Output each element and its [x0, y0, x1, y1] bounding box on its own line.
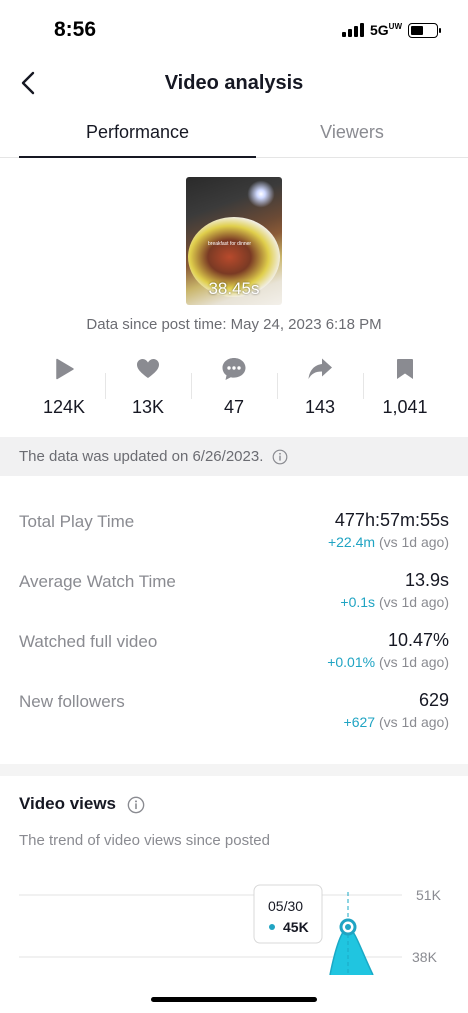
metric-total-play-time: Total Play Time 477h:57m:55s +22.4m (vs …: [0, 500, 468, 560]
signal-icon: [341, 23, 364, 37]
metric-delta: +627 (vs 1d ago): [343, 714, 449, 730]
metric-average-watch-time: Average Watch Time 13.9s +0.1s (vs 1d ag…: [0, 560, 468, 620]
stat-shares: 143: [277, 355, 363, 418]
nav-bar: Video analysis: [0, 62, 468, 106]
video-views-chart[interactable]: 51K 38K 05/30 45K: [0, 870, 468, 975]
stat-value: 13K: [131, 397, 165, 417]
metric-label: New followers: [19, 692, 125, 711]
video-views-title: Video views: [19, 794, 117, 813]
y-tick-label: 51K: [416, 887, 442, 903]
battery-icon: [408, 22, 441, 38]
notice-text: The data was updated on 6/26/2023.: [19, 448, 264, 465]
metric-watched-full-video: Watched full video 10.47% +0.01% (vs 1d …: [0, 620, 468, 680]
metric-value: 10.47%: [387, 630, 449, 650]
chart-tooltip: 05/30 45K: [253, 884, 323, 944]
info-icon[interactable]: [127, 796, 145, 814]
share-icon: [308, 358, 332, 379]
page-title: Video analysis: [164, 72, 304, 94]
y-tick-label: 38K: [412, 949, 438, 965]
status-bar: 8:56 5GUW: [0, 0, 468, 62]
metric-value: 13.9s: [404, 570, 449, 590]
section-divider: [0, 764, 468, 776]
metric-delta: +0.01% (vs 1d ago): [327, 654, 449, 670]
metric-value: 629: [418, 690, 449, 710]
metric-label: Total Play Time: [19, 512, 135, 531]
data-updated-notice: The data was updated on 6/26/2023.: [0, 437, 468, 476]
metric-label: Watched full video: [19, 632, 158, 651]
stat-likes: 13K: [105, 355, 191, 418]
info-icon[interactable]: [272, 449, 288, 465]
stat-plays: 124K: [21, 355, 107, 418]
tab-bar: Performance Viewers: [0, 112, 468, 158]
tooltip-value: 45K: [283, 919, 309, 935]
status-indicators: 5GUW: [341, 22, 441, 38]
home-indicator: [151, 997, 317, 1002]
status-time: 8:56: [54, 18, 97, 41]
video-thumbnail[interactable]: breakfast for dinner 38.45s: [186, 177, 282, 305]
stat-value: 47: [223, 397, 245, 417]
stat-value: 143: [304, 397, 336, 417]
data-since-text: Data since post time: May 24, 2023 6:18 …: [86, 316, 382, 333]
metric-value: 477h:57m:55s: [334, 510, 449, 530]
comment-icon: [222, 358, 246, 380]
video-views-subtitle: The trend of video views since posted: [19, 832, 270, 849]
bookmark-icon: [397, 359, 413, 379]
active-tab-indicator: [19, 156, 256, 158]
stat-value: 124K: [42, 397, 86, 417]
metric-delta: +0.1s (vs 1d ago): [340, 594, 449, 610]
heart-icon: [137, 359, 159, 378]
stat-comments: 47: [191, 355, 277, 418]
metric-delta: +22.4m (vs 1d ago): [327, 534, 449, 550]
tab-performance[interactable]: Performance: [19, 122, 256, 143]
stat-saves: 1,041: [362, 355, 448, 418]
metric-new-followers: New followers 629 +627 (vs 1d ago): [0, 680, 468, 740]
video-caption: breakfast for dinner: [208, 241, 252, 247]
engagement-stats: 124K 13K 47 143 1,041: [0, 355, 468, 420]
tab-viewers[interactable]: Viewers: [256, 122, 448, 143]
play-icon: [56, 358, 74, 380]
stat-value: 1,041: [382, 397, 428, 417]
tooltip-date: 05/30: [268, 898, 303, 914]
video-duration: 38.45s: [208, 279, 260, 298]
network-label: 5GUW: [369, 22, 402, 38]
metric-label: Average Watch Time: [19, 572, 176, 591]
